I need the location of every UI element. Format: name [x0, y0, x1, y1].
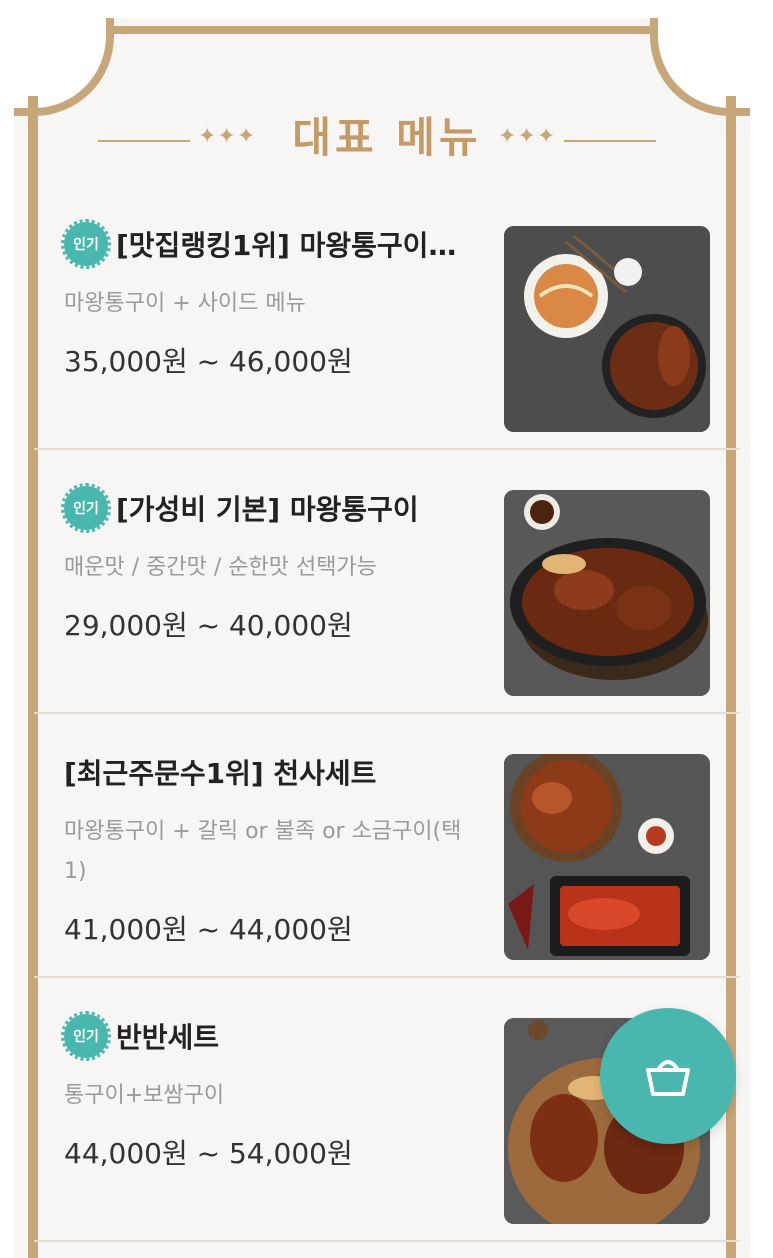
menu-description: 매운맛 / 중간맛 / 순한맛 선택가능	[64, 555, 377, 580]
menu-photo-pork-noodle-set[interactable]	[504, 226, 710, 432]
menu-item[interactable]: 인기 [가성비 기본] 마왕통구이 매운맛 / 중간맛 / 순한맛 선택가능 2…	[34, 450, 740, 714]
sparkle-icon-left: ✦✦✦	[198, 124, 257, 149]
popular-badge: 인기	[61, 219, 111, 269]
menu-photo-pork-pan[interactable]	[504, 490, 710, 696]
menu-description: 마왕통구이 + 사이드 메뉴	[64, 291, 306, 316]
basket-icon	[646, 1060, 690, 1096]
cart-button[interactable]	[600, 1008, 736, 1144]
heading-line-right	[564, 140, 656, 142]
menu-item[interactable]: 인기 [맛집랭킹1위] 마왕통구이… 마왕통구이 + 사이드 메뉴 35,000…	[34, 186, 740, 450]
menu-description: 통구이+보쌈구이	[64, 1083, 225, 1108]
popular-badge: 인기	[61, 483, 111, 533]
menu-title: [최근주문수1위] 천사세트	[64, 757, 377, 790]
menu-photo-pork-combo-set[interactable]	[504, 754, 710, 960]
menu-price: 41,000원 ~ 44,000원	[64, 913, 353, 946]
menu-item[interactable]: [최근주문수1위] 천사세트 마왕통구이 + 갈릭 or 불족 or 소금구이(…	[34, 714, 740, 978]
menu-item-text: [최근주문수1위] 천사세트 마왕통구이 + 갈릭 or 불족 or 소금구이(…	[64, 750, 484, 948]
menu-price: 35,000원 ~ 46,000원	[64, 345, 353, 378]
menu-description: 마왕통구이 + 갈릭 or 불족 or 소금구이(택1)	[64, 819, 462, 884]
menu-title: [맛집랭킹1위] 마왕통구이…	[116, 229, 457, 262]
menu-title-row: 인기 반반세트	[61, 1011, 484, 1061]
menu-item-text: 인기 [맛집랭킹1위] 마왕통구이… 마왕통구이 + 사이드 메뉴 35,000…	[61, 219, 484, 380]
heading-line-left	[98, 140, 190, 142]
menu-title-row: 인기 [가성비 기본] 마왕통구이	[61, 483, 484, 533]
menu-price: 44,000원 ~ 54,000원	[64, 1137, 353, 1170]
menu-item-text: 인기 [가성비 기본] 마왕통구이 매운맛 / 중간맛 / 순한맛 선택가능 2…	[61, 483, 484, 644]
sparkle-icon-right: ✦✦✦	[498, 124, 557, 149]
menu-title-row: 인기 [맛집랭킹1위] 마왕통구이…	[61, 219, 484, 269]
menu-item-text: 인기 반반세트 통구이+보쌈구이 44,000원 ~ 54,000원	[61, 1011, 484, 1172]
frame-top-bar	[86, 26, 678, 34]
menu-title-row: [최근주문수1위] 천사세트	[64, 750, 484, 794]
menu-title: [가성비 기본] 마왕통구이	[116, 493, 419, 526]
section-title: 대표 메뉴	[292, 112, 482, 162]
menu-title: 반반세트	[116, 1021, 220, 1054]
section-heading: ✦✦✦ 대표 메뉴 ✦✦✦	[34, 96, 740, 186]
popular-badge: 인기	[61, 1011, 111, 1061]
menu-price: 29,000원 ~ 40,000원	[64, 609, 353, 642]
